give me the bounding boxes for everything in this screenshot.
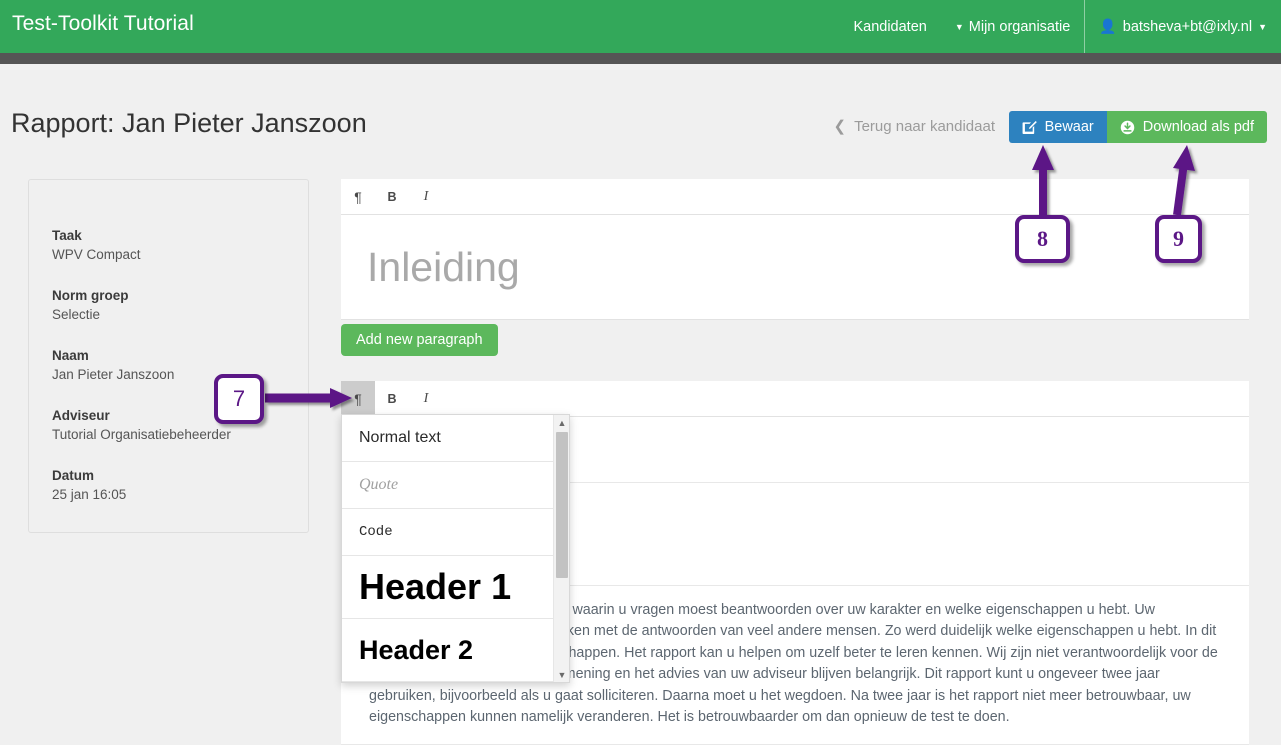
page-title: Rapport: Jan Pieter Janszoon xyxy=(11,108,367,138)
italic-icon[interactable]: I xyxy=(409,179,443,214)
scrollbar-thumb[interactable] xyxy=(556,432,568,578)
user-menu[interactable]: 👤 batsheva+bt@ixly.nl ▼ xyxy=(1085,0,1281,53)
heading-edit-box[interactable]: Inleiding xyxy=(341,215,1249,320)
navbar-right-group: Kandidaten ▼ Mijn organisatie 👤 batsheva… xyxy=(839,0,1281,53)
italic-icon[interactable]: I xyxy=(409,381,443,416)
editor-block-heading: ¶ B I Inleiding xyxy=(341,179,1249,320)
info-label: Datum xyxy=(52,468,95,483)
editor-toolbar-1: ¶ B I xyxy=(341,179,1249,215)
download-pdf-button[interactable]: Download als pdf xyxy=(1106,111,1267,143)
dropdown-item-label: Code xyxy=(359,524,393,540)
add-new-paragraph-button[interactable]: Add new paragraph xyxy=(341,324,498,356)
bold-icon[interactable]: B xyxy=(375,179,409,214)
nav-item-label: Mijn organisatie xyxy=(968,18,1071,35)
header-action-buttons: Bewaar Download als pdf xyxy=(1008,111,1267,143)
nav-item-label: Kandidaten xyxy=(853,18,927,35)
brand-title[interactable]: Test-Toolkit Tutorial xyxy=(12,12,194,36)
back-to-candidate-link[interactable]: ❮ Terug naar kandidaat xyxy=(833,117,995,136)
back-link-label: Terug naar kandidaat xyxy=(854,117,995,135)
info-group-datum: Datum 25 jan 16:05 xyxy=(52,466,308,504)
save-button-label: Bewaar xyxy=(1044,119,1094,135)
dropdown-item-normal-text[interactable]: Normal text xyxy=(342,415,569,462)
format-dropdown-menu[interactable]: Normal text Quote Code Header 1 Header 2… xyxy=(341,414,570,683)
dropdown-item-code[interactable]: Code xyxy=(342,509,569,556)
nav-item-kandidaten[interactable]: Kandidaten xyxy=(839,0,940,53)
download-pdf-label: Download als pdf xyxy=(1142,119,1254,135)
info-label: Norm groep xyxy=(52,288,129,303)
user-menu-label: batsheva+bt@ixly.nl xyxy=(1122,18,1253,35)
candidate-info-panel: Taak WPV Compact Norm groep Selectie Naa… xyxy=(28,179,309,533)
download-circle-icon xyxy=(1120,120,1135,135)
dropdown-item-quote[interactable]: Quote xyxy=(342,462,569,509)
paragraph-format-icon[interactable]: ¶ xyxy=(341,179,375,214)
triangle-down-icon[interactable]: ▼ xyxy=(554,667,570,682)
dropdown-item-label: Header 1 xyxy=(359,566,512,607)
editor-toolbar-2: ¶ B I xyxy=(341,381,1249,417)
bold-icon[interactable]: B xyxy=(375,381,409,416)
dropdown-item-label: Normal text xyxy=(359,429,441,446)
caret-down-icon: ▼ xyxy=(954,21,964,32)
caret-down-icon: ▼ xyxy=(1258,21,1267,32)
info-group-taak: Taak WPV Compact xyxy=(52,226,308,264)
info-value: Selectie xyxy=(52,307,101,322)
edit-pencil-icon xyxy=(1022,120,1037,135)
dropdown-item-header-1[interactable]: Header 1 xyxy=(342,556,569,619)
dropdown-scrollbar[interactable]: ▲ ▼ xyxy=(553,415,569,682)
info-value: 25 jan 16:05 xyxy=(52,487,127,502)
info-group-adviseur: Adviseur Tutorial Organisatiebeheerder xyxy=(52,406,308,444)
chevron-left-icon: ❮ xyxy=(833,118,847,135)
top-navbar: Test-Toolkit Tutorial Kandidaten ▼ Mijn … xyxy=(0,0,1281,53)
heading-input[interactable]: Inleiding xyxy=(341,215,1249,319)
info-label: Taak xyxy=(52,228,82,243)
annotation-badge-8: 8 xyxy=(1015,215,1070,263)
info-value: Tutorial Organisatiebeheerder xyxy=(52,427,231,442)
save-button[interactable]: Bewaar xyxy=(1008,111,1107,143)
triangle-up-icon[interactable]: ▲ xyxy=(554,415,570,430)
info-group-norm-groep: Norm groep Selectie xyxy=(52,286,308,324)
paragraph-format-icon[interactable]: ¶ xyxy=(341,381,375,416)
dropdown-item-header-2[interactable]: Header 2 xyxy=(342,619,569,682)
dropdown-item-label: Header 2 xyxy=(359,634,474,665)
info-value: WPV Compact xyxy=(52,247,141,262)
user-icon: 👤 xyxy=(1099,18,1117,34)
info-value: Jan Pieter Janszoon xyxy=(52,367,175,382)
annotation-badge-7: 7 xyxy=(214,374,264,424)
dropdown-item-label: Quote xyxy=(359,476,399,493)
annotation-badge-9: 9 xyxy=(1155,215,1202,263)
info-group-naam: Naam Jan Pieter Janszoon xyxy=(52,346,308,384)
info-label: Adviseur xyxy=(52,408,110,423)
navbar-underbar xyxy=(0,53,1281,64)
nav-item-mijn-organisatie[interactable]: ▼ Mijn organisatie xyxy=(941,0,1084,53)
info-label: Naam xyxy=(52,348,89,363)
